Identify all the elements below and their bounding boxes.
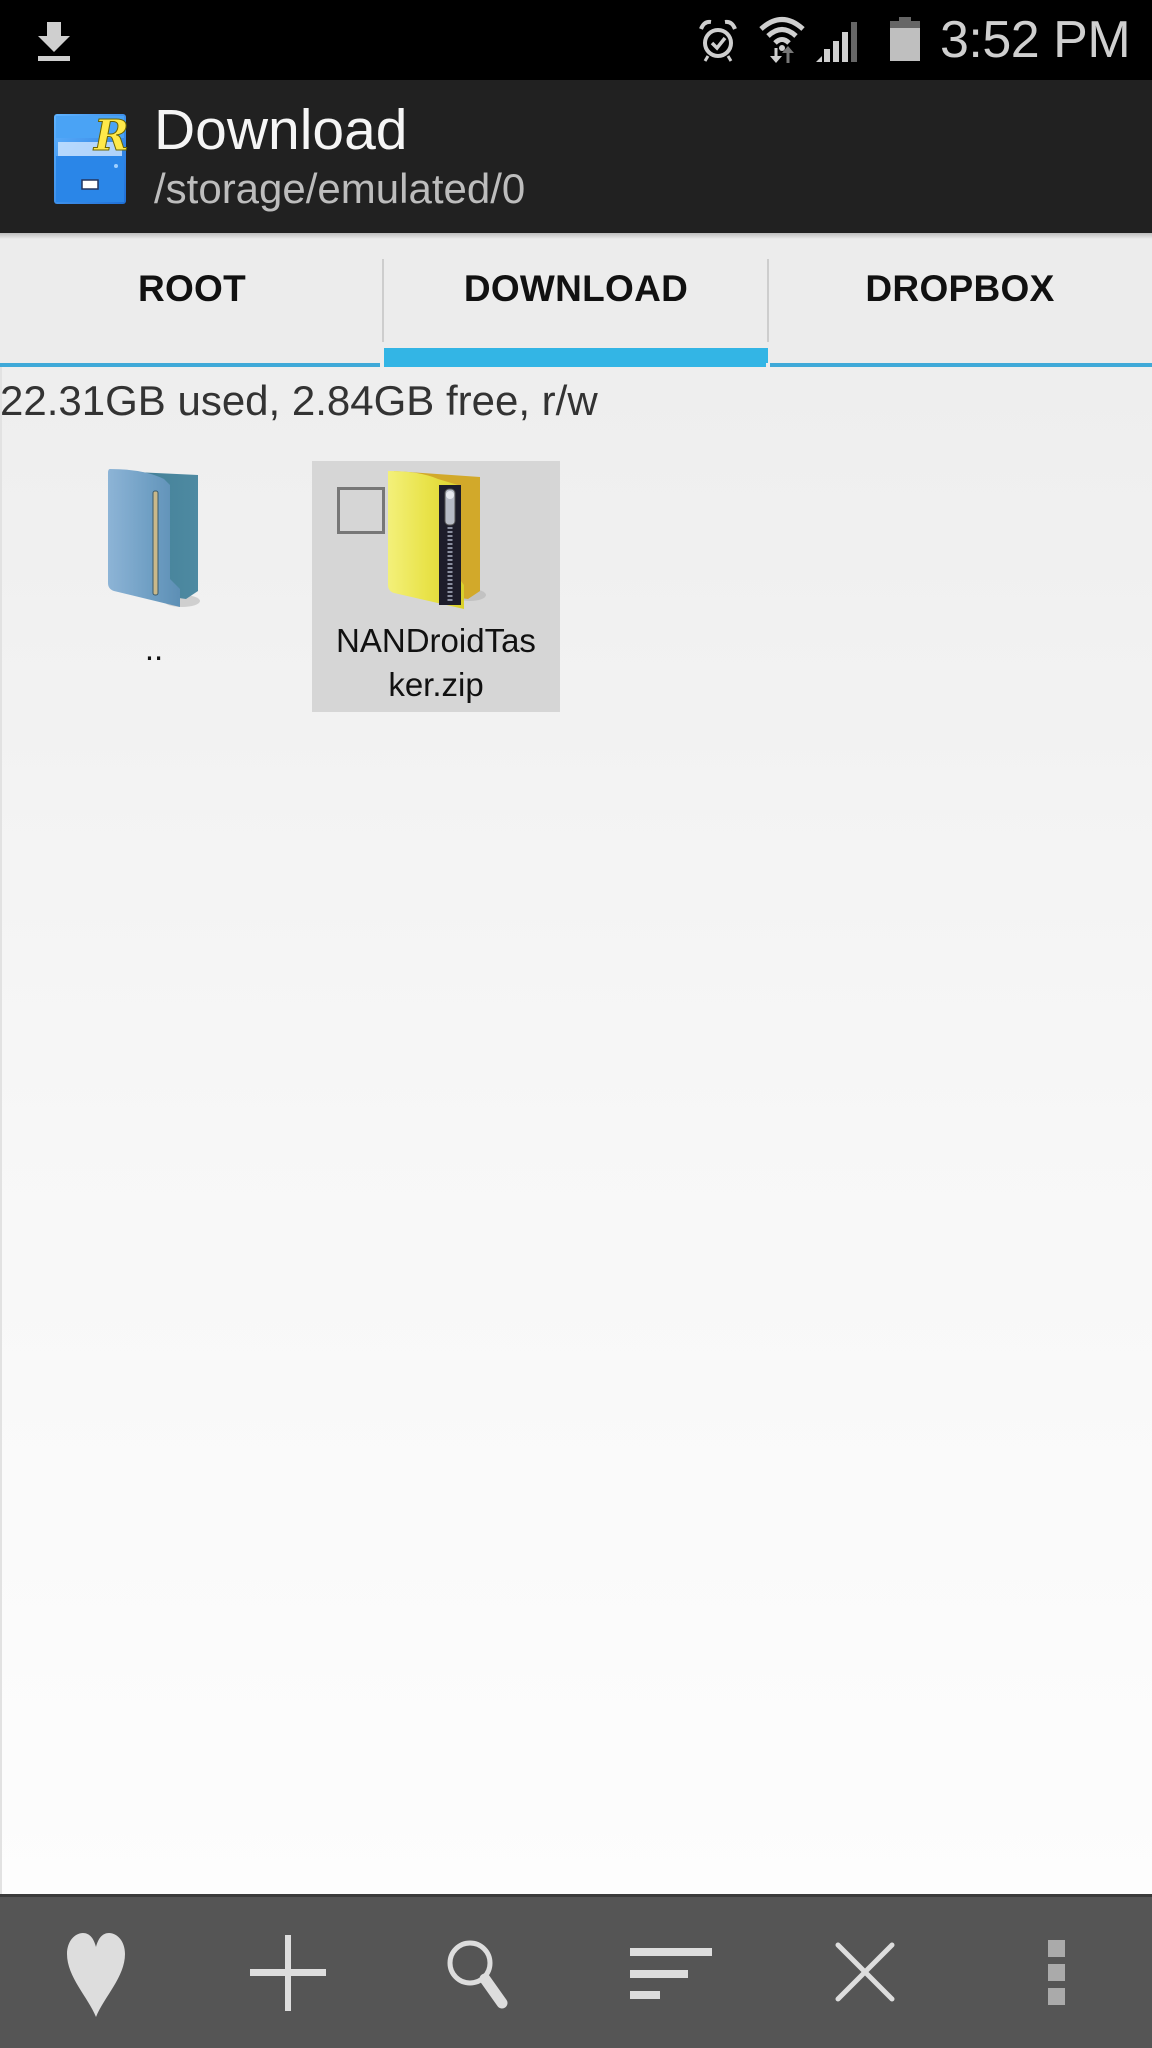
tab-root-label: ROOT bbox=[137, 268, 247, 309]
search-button[interactable] bbox=[384, 1897, 576, 2048]
app-title: Download bbox=[154, 98, 408, 162]
close-button[interactable] bbox=[768, 1897, 960, 2048]
folder-icon bbox=[108, 469, 200, 607]
cell-signal-icon bbox=[816, 22, 857, 62]
sort-icon bbox=[630, 1948, 712, 1999]
sort-button[interactable] bbox=[576, 1897, 768, 2048]
file-name: .. bbox=[144, 630, 164, 667]
svg-text:R: R bbox=[93, 111, 129, 160]
file-name-line: NANDroidTas bbox=[336, 622, 536, 659]
wifi-icon bbox=[759, 17, 805, 63]
zip-folder-icon bbox=[388, 471, 486, 609]
download-notification-icon bbox=[38, 22, 70, 61]
storage-info: 22.31GB used, 2.84GB free, r/w bbox=[0, 377, 598, 424]
tab-download[interactable]: DOWNLOAD bbox=[384, 239, 768, 367]
alarm-icon bbox=[699, 19, 737, 62]
tab-divider bbox=[767, 259, 769, 342]
file-name-line: ker.zip bbox=[388, 666, 484, 703]
tab-bar: ROOT DOWNLOAD DROPBOX bbox=[0, 239, 1152, 367]
tab-divider bbox=[382, 259, 384, 342]
file-name: NANDroidTas ker.zip bbox=[312, 619, 560, 707]
new-button[interactable] bbox=[192, 1897, 384, 2048]
tab-download-indicator bbox=[384, 348, 768, 367]
search-icon bbox=[447, 1940, 508, 2009]
bottom-toolbar bbox=[0, 1894, 1152, 2048]
more-vert-icon bbox=[1048, 1940, 1065, 2005]
status-time: 3:52 PM bbox=[940, 11, 1131, 69]
heart-icon bbox=[67, 1933, 125, 2017]
select-checkbox[interactable] bbox=[337, 487, 385, 534]
file-item-nandroidtasker-zip[interactable]: NANDroidTas ker.zip bbox=[312, 461, 560, 712]
plus-icon bbox=[250, 1935, 326, 2011]
more-options-button[interactable] bbox=[960, 1897, 1152, 2048]
tab-dropbox-label: DROPBOX bbox=[865, 268, 1055, 309]
tab-download-label: DOWNLOAD bbox=[463, 268, 689, 309]
close-icon bbox=[835, 1942, 895, 2002]
battery-icon bbox=[890, 17, 920, 61]
tab-root[interactable]: ROOT bbox=[0, 239, 384, 367]
current-path: /storage/emulated/0 bbox=[154, 165, 526, 212]
favorites-button[interactable] bbox=[0, 1897, 192, 2048]
root-explorer-icon[interactable]: R bbox=[48, 106, 134, 208]
file-item-parent-folder[interactable]: .. bbox=[30, 461, 278, 712]
tab-dropbox[interactable]: DROPBOX bbox=[768, 239, 1152, 367]
